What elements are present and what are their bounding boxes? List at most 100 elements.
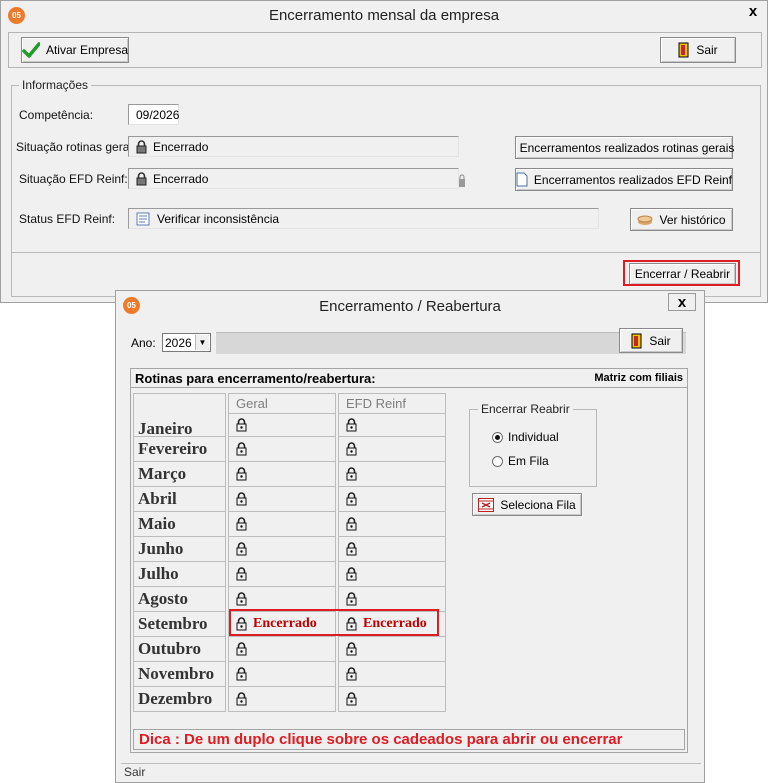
- dialog-title: Encerramento / Reabertura: [319, 298, 501, 315]
- padlock-icon: [236, 567, 247, 581]
- efd-lock-cell-8[interactable]: Encerrado: [338, 612, 446, 637]
- efd-column: EFD Reinf Encerrado: [338, 393, 446, 712]
- efd-lock-cell-6[interactable]: [338, 562, 446, 587]
- sair-button[interactable]: Sair: [660, 37, 736, 63]
- competencia-label: Competência:: [19, 108, 94, 122]
- main-window: 05 Encerramento mensal da empresa x Ativ…: [0, 0, 768, 303]
- situacao-reinf-field: Encerrado: [128, 168, 459, 189]
- geral-lock-cell-11[interactable]: [228, 687, 336, 712]
- close-icon[interactable]: x: [739, 3, 767, 21]
- radio-dot-selected[interactable]: [492, 431, 503, 443]
- geral-status-text-8: Encerrado: [253, 616, 317, 631]
- padlock-icon: [346, 467, 357, 481]
- encerramentos-gerais-label: Encerramentos realizados rotinas gerais: [519, 140, 735, 155]
- padlock-icon: [346, 567, 357, 581]
- dialog-titlebar: 05 Encerramento / Reabertura x: [116, 291, 704, 320]
- radio-em-fila-label: Em Fila: [508, 454, 549, 468]
- competencia-field[interactable]: 09/2026: [128, 104, 179, 125]
- padlock-icon: [346, 667, 357, 681]
- dica-hint: Dica : De um duplo clique sobre os cadea…: [133, 729, 685, 750]
- efd-lock-cell-7[interactable]: [338, 587, 446, 612]
- efd-lock-cell-4[interactable]: [338, 512, 446, 537]
- efd-lock-cell-3[interactable]: [338, 487, 446, 512]
- encerrar-reabrir-button[interactable]: Encerrar / Reabrir: [629, 263, 736, 285]
- geral-lock-cell-3[interactable]: [228, 487, 336, 512]
- ano-select[interactable]: 2026 ▼: [162, 333, 211, 352]
- document-icon: [516, 172, 528, 187]
- chevron-down-icon[interactable]: ▼: [195, 335, 209, 350]
- competencia-value: 09/2026: [136, 107, 180, 122]
- geral-lock-cell-8[interactable]: Encerrado: [228, 612, 336, 637]
- geral-lock-cell-0[interactable]: [228, 413, 336, 437]
- situacao-reinf-value: Encerrado: [153, 171, 209, 186]
- padlock-icon: [346, 642, 357, 656]
- geral-column: Geral Encerrado: [228, 393, 336, 712]
- padlock-icon: [346, 542, 357, 556]
- ativar-empresa-button[interactable]: Ativar Empresa: [21, 37, 129, 63]
- encerramentos-reinf-label: Encerramentos realizados EFD Reinf: [533, 172, 732, 187]
- month-label-10: Novembro: [133, 662, 226, 687]
- info-divider: [12, 252, 760, 253]
- efd-lock-cell-11[interactable]: [338, 687, 446, 712]
- padlock-icon: [136, 139, 147, 153]
- padlock-icon: [136, 171, 147, 185]
- efd-lock-cell-1[interactable]: [338, 437, 446, 462]
- month-label-3: Abril: [133, 487, 226, 512]
- situacao-reinf-label: Situação EFD Reinf:: [19, 172, 128, 186]
- month-label-11: Dezembro: [133, 687, 226, 712]
- month-column: Janeiro Fevereiro Março Abril Maio Junho Julho…: [133, 393, 226, 712]
- padlock-icon: [346, 592, 357, 606]
- seleciona-fila-label: Seleciona Fila: [500, 497, 576, 512]
- geral-lock-cell-4[interactable]: [228, 512, 336, 537]
- encerramentos-reinf-button[interactable]: Encerramentos realizados EFD Reinf: [515, 168, 733, 191]
- efd-lock-cell-9[interactable]: [338, 637, 446, 662]
- efd-lock-cell-10[interactable]: [338, 662, 446, 687]
- radio-individual[interactable]: Individual: [492, 430, 559, 444]
- geral-lock-cell-2[interactable]: [228, 462, 336, 487]
- ativar-empresa-label: Ativar Empresa: [45, 43, 128, 57]
- seleciona-fila-button[interactable]: Seleciona Fila: [472, 493, 582, 516]
- checkmark-icon: [22, 42, 40, 58]
- geral-lock-cell-9[interactable]: [228, 637, 336, 662]
- geral-lock-cell-5[interactable]: [228, 537, 336, 562]
- encerrar-reabrir-label: Encerrar / Reabrir: [634, 267, 731, 281]
- informacoes-group: Informações Competência: 09/2026 Situaçã…: [11, 78, 761, 297]
- dialog-toolbar: Ano: 2026 ▼ Sair: [123, 327, 698, 357]
- ano-value: 2026: [165, 335, 192, 350]
- status-bar: Sair: [121, 763, 701, 781]
- padlock-icon: [346, 492, 357, 506]
- geral-lock-cell-10[interactable]: [228, 662, 336, 687]
- efd-header: EFD Reinf: [338, 393, 446, 413]
- geral-lock-cell-7[interactable]: [228, 587, 336, 612]
- sair-label: Sair: [696, 43, 718, 57]
- radio-individual-label: Individual: [508, 430, 559, 444]
- dialog-sair-label: Sair: [649, 333, 671, 348]
- padlock-icon: [236, 467, 247, 481]
- close-icon[interactable]: x: [668, 293, 696, 311]
- radio-em-fila[interactable]: Em Fila: [492, 454, 549, 468]
- exit-door-icon: [631, 333, 642, 348]
- main-titlebar: 05 Encerramento mensal da empresa x: [1, 1, 767, 30]
- efd-lock-cell-0[interactable]: [338, 413, 446, 437]
- dialog-sair-button[interactable]: Sair: [619, 328, 683, 353]
- rotinas-header: Rotinas para encerramento/reabertura: Ma…: [131, 369, 687, 388]
- padlock-icon: [346, 442, 357, 456]
- efd-lock-cell-5[interactable]: [338, 537, 446, 562]
- radio-dot[interactable]: [492, 455, 503, 467]
- efd-lock-cell-2[interactable]: [338, 462, 446, 487]
- geral-lock-cell-1[interactable]: [228, 437, 336, 462]
- encerramentos-gerais-button[interactable]: Encerramentos realizados rotinas gerais: [515, 136, 735, 159]
- ver-historico-button[interactable]: Ver histórico: [630, 208, 733, 231]
- matriz-label: Matriz com filiais: [594, 372, 683, 384]
- informacoes-title: Informações: [19, 78, 92, 92]
- encerramento-dialog: 05 Encerramento / Reabertura x Ano: 2026…: [115, 290, 705, 783]
- geral-header: Geral: [228, 393, 336, 413]
- padlock-icon: [236, 642, 247, 656]
- geral-lock-cell-6[interactable]: [228, 562, 336, 587]
- window-title: Encerramento mensal da empresa: [268, 7, 500, 24]
- month-label-5: Junho: [133, 537, 226, 562]
- rotinas-title: Rotinas para encerramento/reabertura:: [135, 371, 376, 386]
- film-strip-icon: [478, 497, 495, 512]
- padlock-icon: [236, 492, 247, 506]
- ver-historico-label: Ver histórico: [659, 212, 726, 227]
